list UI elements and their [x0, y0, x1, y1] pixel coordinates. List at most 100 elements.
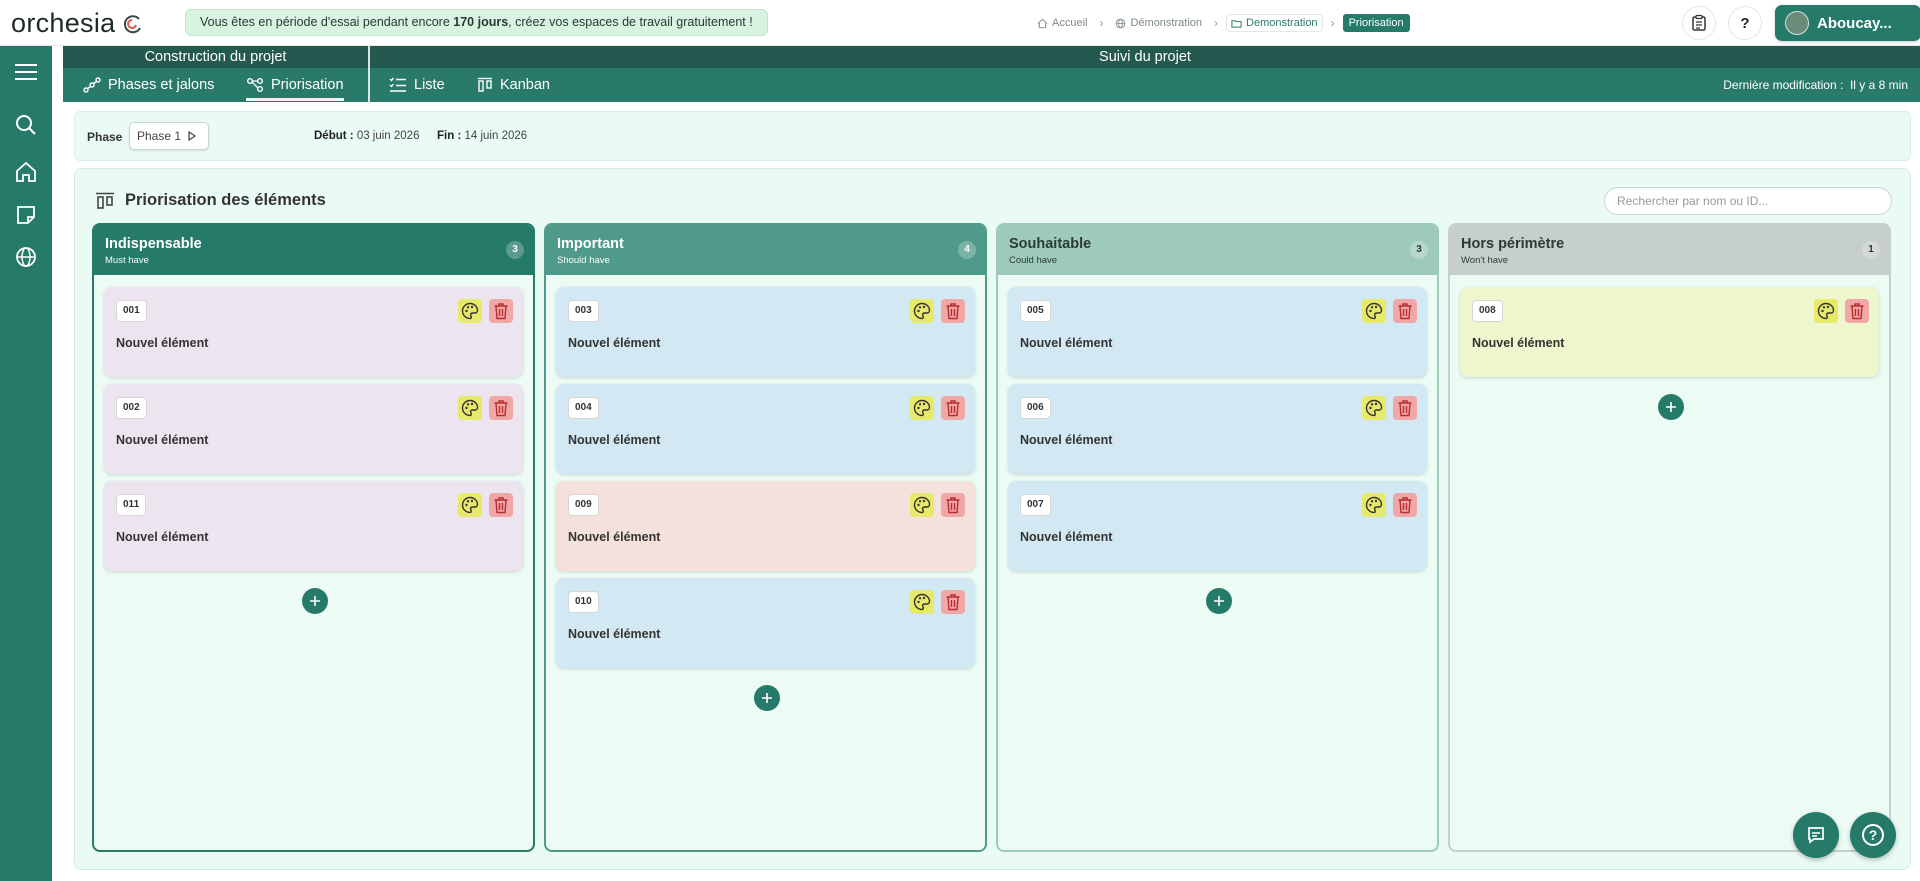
color-palette-button[interactable] — [458, 493, 482, 517]
element-title: Nouvel élément — [116, 530, 209, 544]
color-palette-button[interactable] — [910, 590, 934, 614]
column-count-badge: 4 — [958, 241, 976, 259]
element-card[interactable]: 002 Nouvel élément — [104, 384, 523, 474]
color-palette-button[interactable] — [1362, 493, 1386, 517]
element-card[interactable]: 005 Nouvel élément — [1008, 287, 1427, 377]
help-button[interactable]: ? — [1728, 6, 1762, 40]
color-palette-button[interactable] — [910, 299, 934, 323]
notes-button[interactable] — [1682, 6, 1716, 40]
column-count-badge: 3 — [1410, 241, 1428, 259]
help-fab-button[interactable]: ? — [1850, 812, 1896, 858]
palette-icon — [913, 302, 931, 320]
column-title: Important — [557, 236, 624, 252]
trash-icon — [1849, 302, 1865, 320]
column-header: Indispensable Must have 3 — [94, 225, 533, 275]
trash-icon — [493, 399, 509, 417]
logo[interactable]: orchesia — [11, 8, 143, 39]
add-element-button[interactable] — [1658, 394, 1684, 420]
trash-icon — [945, 399, 961, 417]
element-id: 008 — [1472, 300, 1503, 322]
column-header: Important Should have 4 — [546, 225, 985, 275]
element-card[interactable]: 004 Nouvel élément — [556, 384, 975, 474]
delete-button[interactable] — [489, 299, 513, 323]
element-card[interactable]: 007 Nouvel élément — [1008, 481, 1427, 571]
plus-icon — [1666, 402, 1676, 412]
column-count-badge: 3 — [506, 241, 524, 259]
element-title: Nouvel élément — [1020, 530, 1113, 544]
home-icon — [1037, 18, 1048, 28]
section-track-label: Suivi du projet — [370, 46, 1920, 68]
column-header: Souhaitable Could have 3 — [998, 225, 1437, 275]
element-card[interactable]: 006 Nouvel élément — [1008, 384, 1427, 474]
element-card[interactable]: 011 Nouvel élément — [104, 481, 523, 571]
phase-end: Fin : 14 juin 2026 — [437, 130, 528, 142]
element-card[interactable]: 001 Nouvel élément — [104, 287, 523, 377]
chat-button[interactable] — [1793, 812, 1839, 858]
trial-text-suffix: , créez vos espaces de travail gratuitem… — [508, 15, 753, 29]
color-palette-button[interactable] — [1362, 299, 1386, 323]
delete-button[interactable] — [1393, 299, 1417, 323]
element-id: 011 — [116, 494, 147, 516]
breadcrumb-current: Priorisation — [1342, 14, 1410, 32]
home-icon[interactable] — [13, 159, 39, 185]
search-icon[interactable] — [13, 112, 39, 138]
color-palette-button[interactable] — [910, 396, 934, 420]
element-card[interactable]: 003 Nouvel élément — [556, 287, 975, 377]
delete-button[interactable] — [1845, 299, 1869, 323]
color-palette-button[interactable] — [458, 396, 482, 420]
element-id: 006 — [1020, 397, 1051, 419]
chevron-right-icon: › — [1099, 16, 1104, 30]
user-menu-button[interactable]: Aboucay... — [1775, 5, 1920, 41]
chat-icon — [1808, 827, 1824, 844]
color-palette-button[interactable] — [910, 493, 934, 517]
breadcrumb-workspace[interactable]: Démonstration — [1111, 14, 1206, 32]
delete-button[interactable] — [1393, 396, 1417, 420]
plus-icon — [1214, 596, 1224, 606]
add-element-button[interactable] — [754, 685, 780, 711]
breadcrumb-home[interactable]: Accueil — [1033, 14, 1091, 32]
tab-phases[interactable]: Phases et jalons — [83, 74, 214, 96]
column-subtitle: Won't have — [1461, 255, 1509, 266]
color-palette-button[interactable] — [1362, 396, 1386, 420]
tab-liste[interactable]: Liste — [389, 74, 445, 96]
trash-icon — [493, 496, 509, 514]
delete-button[interactable] — [941, 590, 965, 614]
last-modified: Dernière modification : Il y a 8 min — [1723, 78, 1908, 92]
delete-button[interactable] — [489, 396, 513, 420]
phase-start: Début : 03 juin 2026 — [314, 130, 420, 142]
logo-swirl-icon — [124, 14, 142, 33]
tab-priorisation[interactable]: Priorisation — [246, 74, 344, 101]
element-title: Nouvel élément — [1020, 336, 1113, 350]
globe-icon[interactable] — [13, 244, 39, 270]
svg-text:?: ? — [1869, 827, 1878, 843]
element-card[interactable]: 009 Nouvel élément — [556, 481, 975, 571]
element-id: 009 — [568, 494, 599, 516]
add-element-button[interactable] — [302, 588, 328, 614]
phase-bar: Phase Phase 1 Début : 03 juin 2026 Fin :… — [74, 111, 1911, 161]
avatar — [1785, 11, 1809, 35]
column-subtitle: Should have — [557, 255, 610, 266]
note-icon[interactable] — [13, 202, 39, 228]
menu-icon[interactable] — [13, 59, 39, 85]
trash-icon — [493, 302, 509, 320]
column-subtitle: Could have — [1009, 255, 1058, 266]
delete-button[interactable] — [1393, 493, 1417, 517]
color-palette-button[interactable] — [1814, 299, 1838, 323]
trash-icon — [1397, 302, 1413, 320]
trash-icon — [1397, 399, 1413, 417]
search-input[interactable]: Rechercher par nom ou ID... — [1604, 187, 1892, 215]
phase-select[interactable]: Phase 1 — [129, 122, 209, 150]
element-card[interactable]: 010 Nouvel élément — [556, 578, 975, 668]
trash-icon — [1397, 496, 1413, 514]
tab-kanban[interactable]: Kanban — [477, 74, 550, 96]
kanban-icon — [478, 77, 492, 92]
element-card[interactable]: 008 Nouvel élément — [1460, 287, 1879, 377]
add-element-button[interactable] — [1206, 588, 1232, 614]
delete-button[interactable] — [489, 493, 513, 517]
timeline-icon — [83, 77, 101, 93]
delete-button[interactable] — [941, 493, 965, 517]
delete-button[interactable] — [941, 299, 965, 323]
delete-button[interactable] — [941, 396, 965, 420]
breadcrumb-project[interactable]: Demonstration — [1226, 14, 1323, 32]
color-palette-button[interactable] — [458, 299, 482, 323]
